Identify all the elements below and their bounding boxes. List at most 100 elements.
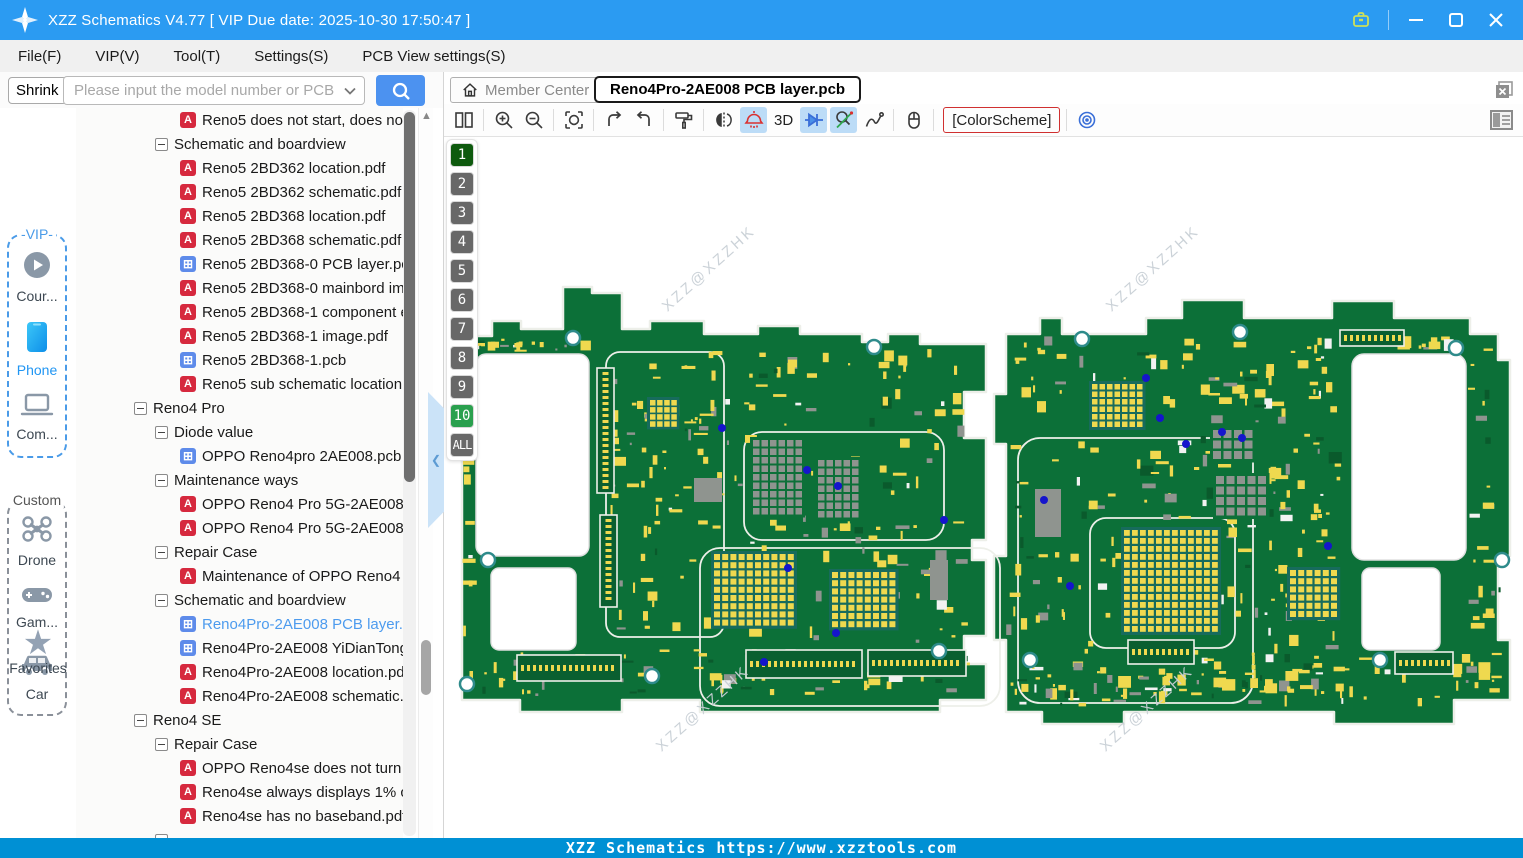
collapse-tree-handle[interactable]: ❮ [428,392,444,528]
menu-bar: File(F) VIP(V) Tool(T) Settings(S) PCB View … [0,40,1523,72]
tree-file[interactable]: Maintenance of OPPO Reno4 P [76,564,403,588]
zoom-out-icon[interactable] [520,107,547,133]
tree-file[interactable]: OPPO Reno4pro 2AE008.pcb [76,444,403,468]
rail-item-cour[interactable]: Cour... [9,250,65,304]
menu-item-4[interactable]: PCB View settings(S) [362,48,505,65]
tree-file[interactable]: Reno4Pro-2AE008 PCB layer.pcl [76,612,403,636]
rotate-ccw-icon[interactable] [600,107,627,133]
tree-file[interactable]: Reno5 2BD362 location.pdf [76,156,403,180]
tree-node[interactable]: Maintenance ways [76,468,403,492]
scroll-up-arrow-icon[interactable]: ▲ [421,110,432,122]
tree-file[interactable]: Reno5 2BD368-0 mainbord ima [76,276,403,300]
lamp-icon[interactable] [740,107,767,133]
tree-file[interactable]: Reno4Pro-2AE008 YiDianTong( [76,636,403,660]
close-document-icon[interactable] [1494,80,1514,100]
tree-file[interactable]: Reno5 sub schematic location.p [76,372,403,396]
tree-node[interactable]: Repair Case [76,540,403,564]
diode-icon[interactable] [800,107,828,133]
menu-item-3[interactable]: Settings(S) [254,48,328,65]
tree-file[interactable]: Reno4se always displays 1% cha [76,780,403,804]
collapse-minus-icon[interactable] [155,425,168,439]
tree-file[interactable]: Reno5 2BD368 location.pdf [76,204,403,228]
layer-button-7[interactable]: 7 [450,317,474,341]
layer-button-3[interactable]: 3 [450,201,474,225]
tree-file[interactable]: Reno4se has no baseband.pdf [76,804,403,828]
layer-button-9[interactable]: 9 [450,375,474,399]
search-button[interactable] [376,75,425,106]
mouse-icon[interactable] [900,107,927,133]
home-icon [463,83,477,97]
tree-file[interactable]: Reno5 2BD368-1 image.pdf [76,324,403,348]
tree-file[interactable]: Reno5 2BD368 schematic.pdf [76,228,403,252]
layer-button-10[interactable]: 10 [450,404,474,428]
layer-button-4[interactable]: 4 [450,230,474,254]
tree-file[interactable]: Reno5 2BD368-1 component ex [76,300,403,324]
pdf-file-icon [180,304,196,320]
colorscheme-button[interactable]: [ColorScheme] [943,107,1061,133]
menu-item-1[interactable]: VIP(V) [95,48,139,65]
tree-file[interactable]: Reno5 2BD368-1.pcb [76,348,403,372]
collapse-minus-icon[interactable] [134,713,147,727]
curve-icon[interactable] [860,107,887,133]
app-logo-icon [12,7,38,33]
layer-button-6[interactable]: 6 [450,288,474,312]
phone-icon [24,320,50,358]
panel-scrollbar-thumb[interactable] [421,640,431,695]
search-input[interactable] [64,82,340,99]
focus-select-icon[interactable] [560,107,587,133]
tree-node[interactable]: Schematic and boardview [76,132,403,156]
maximize-button[interactable] [1443,7,1469,33]
collapse-minus-icon[interactable] [155,593,168,607]
rail-item-drone[interactable]: Drone [9,514,65,568]
menu-item-0[interactable]: File(F) [18,48,61,65]
spiral-icon[interactable] [1073,107,1100,133]
tree-file[interactable]: Reno5 2BD362 schematic.pdf [76,180,403,204]
tree-file[interactable]: OPPO Reno4 Pro 5G-2AE008 Ph [76,516,403,540]
menu-item-2[interactable]: Tool(T) [174,48,221,65]
tree-node[interactable]: Diode value [76,420,403,444]
collapse-minus-icon[interactable] [155,473,168,487]
model-search-combo[interactable] [63,76,365,105]
layer-button-1[interactable]: 1 [450,143,474,167]
rail-item-phone[interactable]: Phone [9,320,65,378]
mirror-flip-icon[interactable] [710,107,737,133]
color-picker-icon[interactable] [830,107,858,133]
layer-button-5[interactable]: 5 [450,259,474,283]
paint-roller-icon[interactable] [670,107,697,133]
tree-file[interactable]: OPPO Reno4 Pro 5G-2AE008 Lo [76,492,403,516]
split-view-icon[interactable] [450,107,477,133]
tree-scrollbar[interactable] [403,110,416,836]
tree-node[interactable]: Repair Case [76,732,403,756]
pcb-viewer[interactable]: XZZ@XZZHK XZZ@XZZHK XZZ@XZZHK XZZ@XZZHK [444,137,1523,838]
close-button[interactable] [1483,7,1509,33]
rail-item-com[interactable]: Com... [9,392,65,442]
tree-node[interactable]: Reno4 SE [76,708,403,732]
layer-button-8[interactable]: 8 [450,346,474,370]
shrink-button[interactable]: Shrink [8,77,67,104]
chevron-down-icon[interactable] [340,86,360,96]
rotate-cw-icon[interactable] [630,107,657,133]
layer-button-2[interactable]: 2 [450,172,474,196]
tree-file[interactable]: Reno5 does not start, does not t [76,108,403,132]
document-tab[interactable]: Reno4Pro-2AE008 PCB layer.pcb [594,76,862,103]
collapse-minus-icon[interactable] [155,137,168,151]
tree-node[interactable]: Schematic and boardview [76,588,403,612]
zoom-in-icon[interactable] [490,107,517,133]
collapse-minus-icon[interactable] [134,401,147,415]
collapse-minus-icon[interactable] [155,737,168,751]
minimize-button[interactable] [1403,7,1429,33]
layer-button-all[interactable]: ALL [450,433,474,457]
tree-node[interactable] [76,828,403,838]
member-center-button[interactable]: Member Center [450,77,601,103]
favorites-item[interactable]: ★ Favorites [0,626,76,676]
tree-file[interactable]: Reno5 2BD368-0 PCB layer.pcb [76,252,403,276]
tree-file[interactable]: Reno4Pro-2AE008 schematic.pc [76,684,403,708]
license-briefcase-icon[interactable] [1348,7,1374,33]
3d-toggle[interactable]: 3D [770,107,797,133]
tree-scrollbar-thumb[interactable] [404,112,415,482]
collapse-minus-icon[interactable] [155,545,168,559]
layer-panel-icon[interactable] [1489,108,1514,132]
tree-node[interactable]: Reno4 Pro [76,396,403,420]
tree-file[interactable]: Reno4Pro-2AE008 location.pdf [76,660,403,684]
tree-file[interactable]: OPPO Reno4se does not turn o [76,756,403,780]
